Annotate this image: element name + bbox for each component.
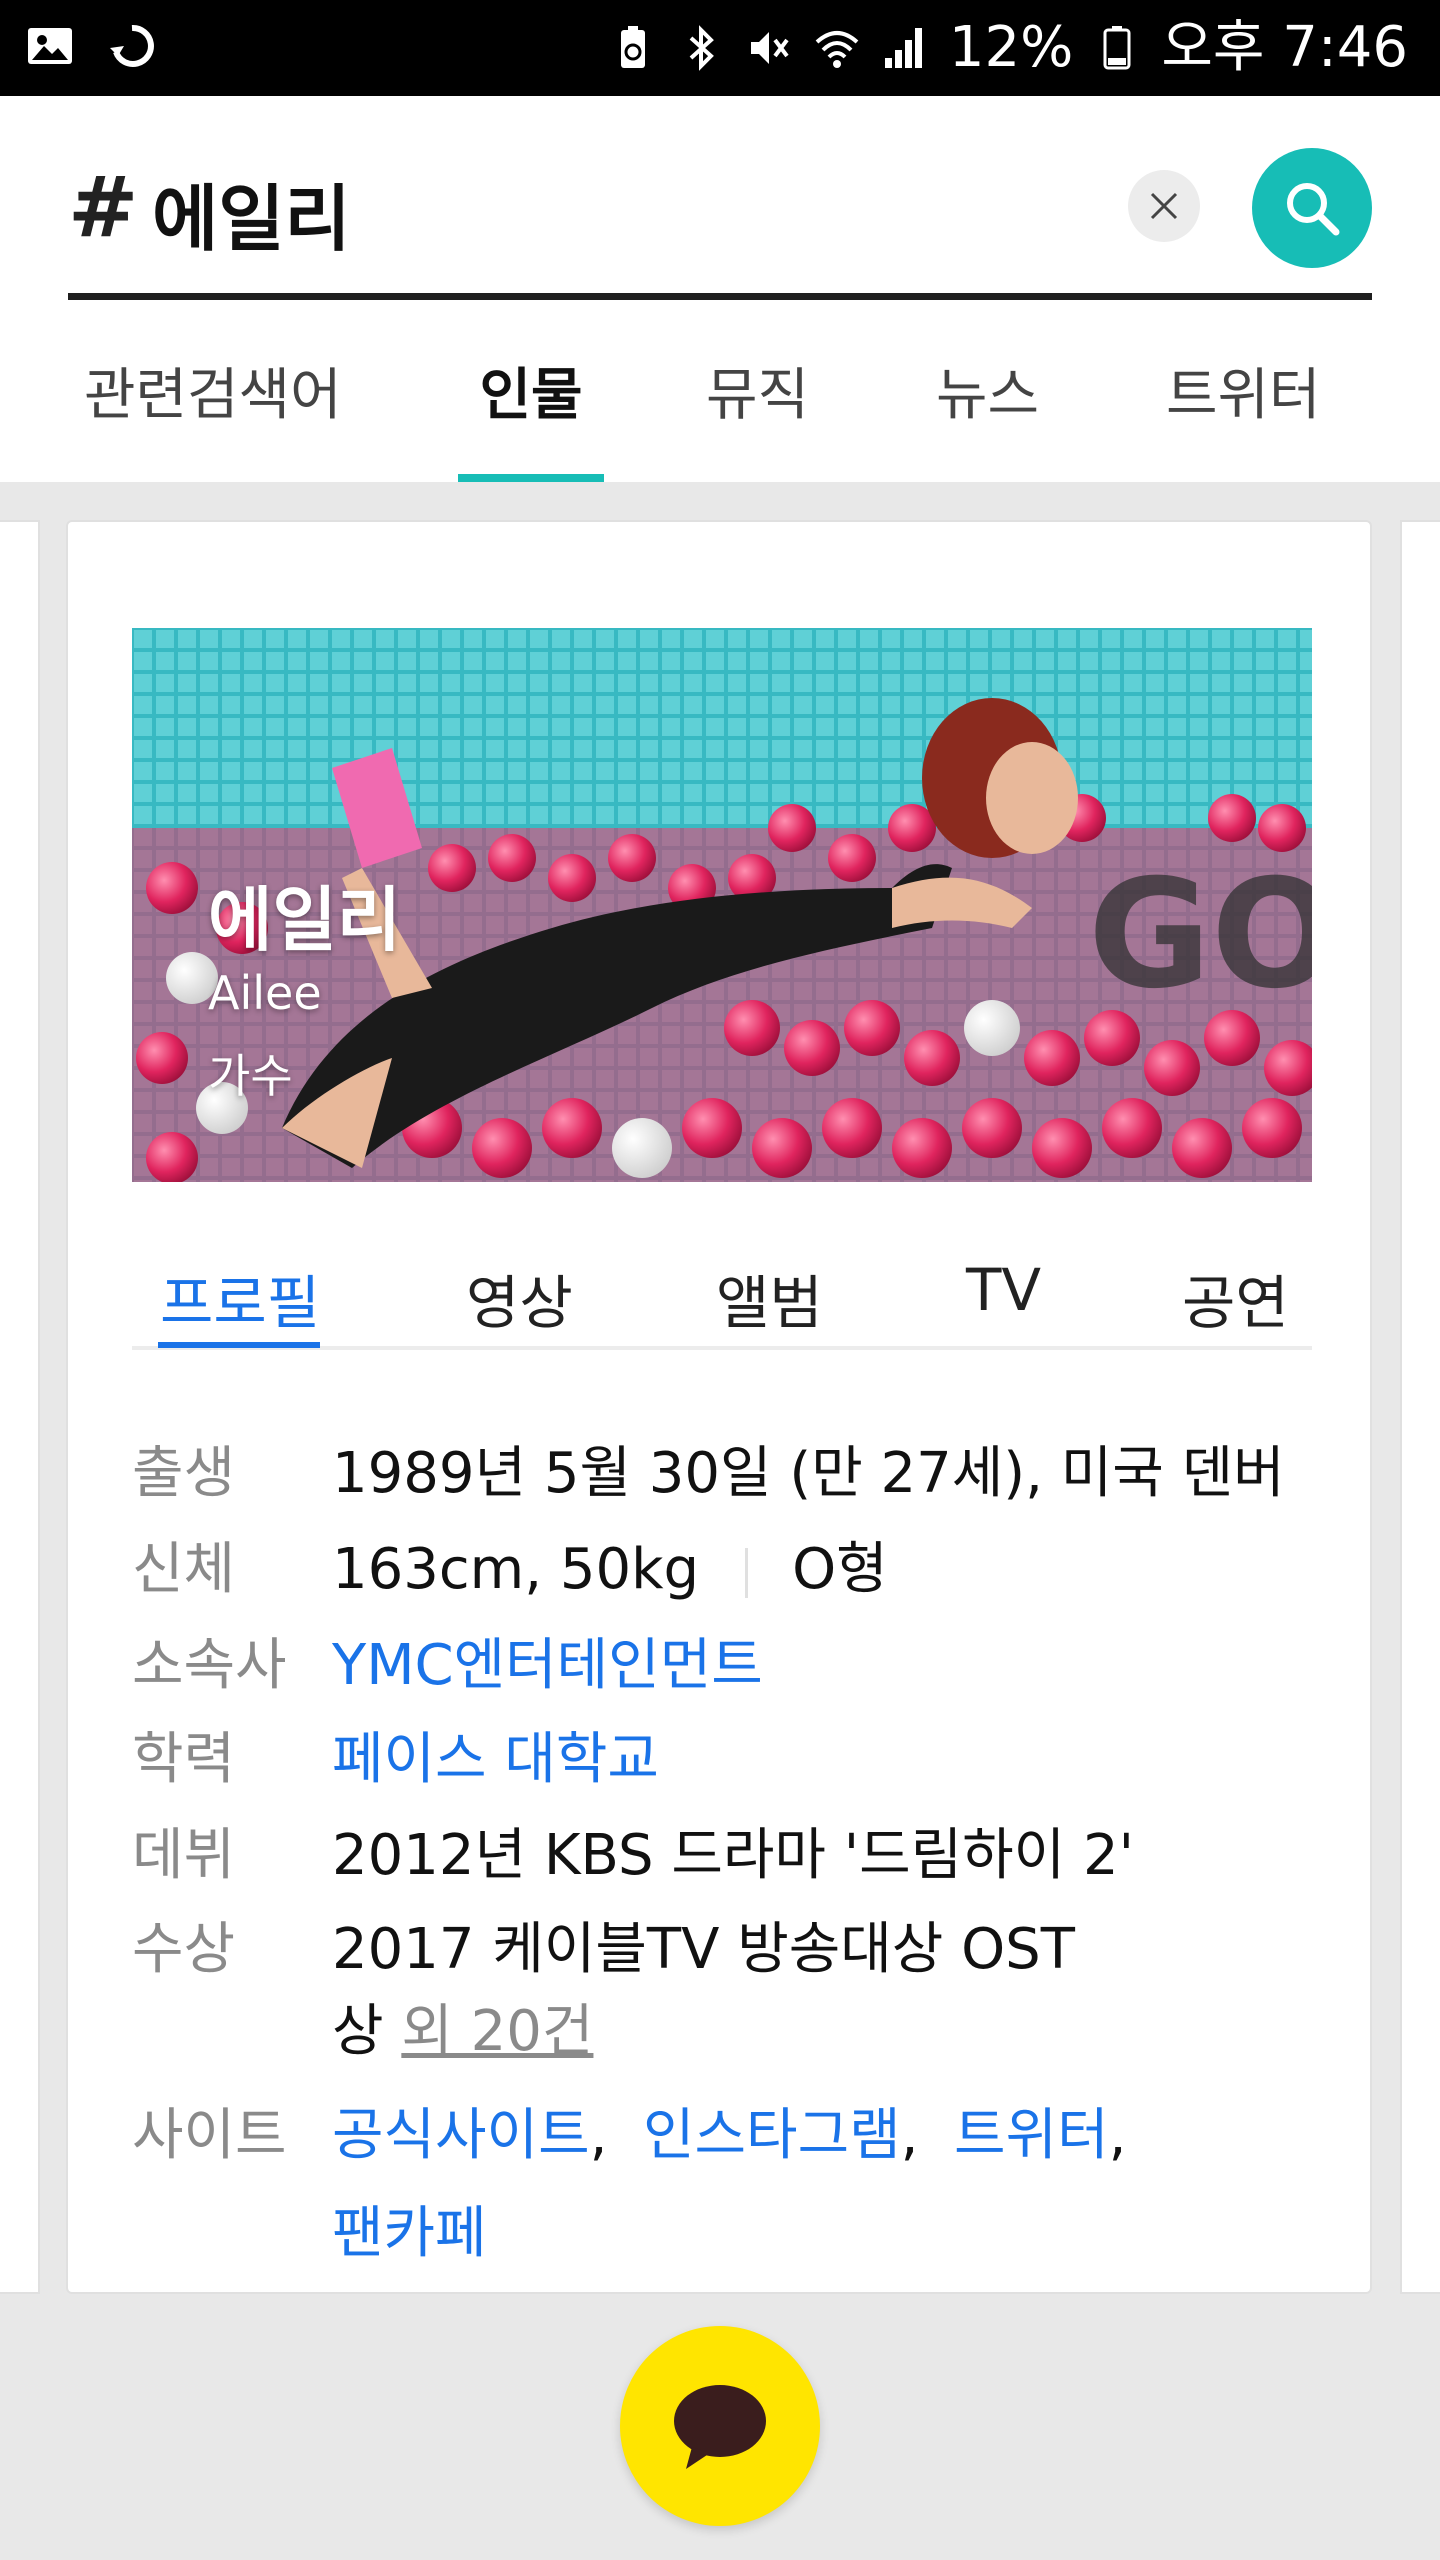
tab-label: 뮤직 — [706, 363, 810, 428]
info-value: 163cm, 50kg O형 — [332, 1530, 888, 1610]
search-input[interactable]: 에일리 — [152, 160, 351, 265]
info-value: 1989년 5월 30일 (만 27세), 미국 덴버 — [332, 1441, 1285, 1506]
info-value-cont: 상 외 20건 — [332, 1992, 593, 2072]
info-label: 수상 — [132, 1917, 236, 1982]
more-awards-link[interactable]: 외 20건 — [401, 1999, 593, 2064]
site-links: 공식사이트, 인스타그램, 트위터, — [332, 2103, 1127, 2168]
wifi-icon — [815, 31, 859, 68]
search-bar: # 에일리 — [68, 148, 1372, 300]
status-bar: 12% 오후 7:46 — [0, 0, 1440, 96]
search-button[interactable] — [1252, 148, 1372, 268]
person-name: 에일리 — [208, 879, 402, 961]
battery-icon — [1103, 26, 1131, 70]
gallery-icon — [28, 28, 72, 64]
subtab-performance[interactable]: 공연 — [1182, 1256, 1289, 1340]
subtab-tv[interactable]: TV — [966, 1256, 1041, 1324]
hashtag-symbol: # — [68, 158, 139, 256]
bluetooth-icon — [689, 25, 714, 71]
clear-search-button[interactable] — [1128, 170, 1200, 242]
tab-twitter[interactable]: 트위터 — [1166, 350, 1321, 431]
tab-news[interactable]: 뉴스 — [936, 350, 1039, 431]
tab-related[interactable]: 관련검색어 — [84, 350, 342, 431]
info-label: 소속사 — [132, 1633, 287, 1698]
person-name-en: Ailee — [208, 966, 322, 1020]
previous-card[interactable] — [0, 520, 40, 2294]
info-value: 2012년 KBS 드라마 '드림하이 2' — [332, 1823, 1134, 1888]
clock: 오후 7:46 — [1161, 15, 1408, 80]
award-suffix: 상 — [332, 1999, 384, 2064]
active-subtab-indicator — [158, 1342, 320, 1348]
tab-label: 트위터 — [1166, 363, 1321, 428]
divider — [745, 1547, 749, 1598]
next-card[interactable] — [1400, 520, 1440, 2294]
fancafe-link[interactable]: 팬카페 — [332, 2194, 487, 2274]
tab-label: 관련검색어 — [84, 363, 342, 428]
info-label: 학력 — [132, 1727, 236, 1792]
category-tabs: 관련검색어 인물 뮤직 뉴스 트위터 — [0, 350, 1440, 482]
subtab-video[interactable]: 영상 — [466, 1256, 573, 1340]
profile-subtabs: 프로필 영상 앨범 TV 공연 — [132, 1232, 1312, 1350]
signal-icon — [884, 28, 922, 68]
close-icon — [1150, 192, 1178, 220]
info-label: 출생 — [132, 1441, 236, 1506]
mute-icon — [750, 32, 789, 64]
agency-link[interactable]: YMC엔터테인먼트 — [332, 1626, 763, 1706]
chat-bubble-icon — [674, 2385, 766, 2469]
battery-saver-icon — [620, 26, 645, 68]
body-size: 163cm, 50kg — [332, 1537, 700, 1602]
active-tab-indicator — [458, 474, 604, 482]
sync-icon — [110, 24, 154, 67]
info-label: 신체 — [132, 1537, 236, 1602]
search-header: # 에일리 관련검색어 인물 뮤직 뉴스 트위터 — [0, 96, 1440, 482]
education-link[interactable]: 페이스 대학교 — [332, 1720, 659, 1800]
battery-percent: 12% — [948, 15, 1074, 80]
subtab-profile[interactable]: 프로필 — [160, 1256, 320, 1340]
official-site-link[interactable]: 공식사이트 — [332, 2103, 590, 2168]
info-label: 데뷔 — [132, 1823, 236, 1888]
twitter-link[interactable]: 트위터 — [954, 2103, 1109, 2168]
tab-label: 뉴스 — [936, 363, 1040, 428]
person-card: 에일리 Ailee 가수 GO! 프로필 영상 앨범 TV 공연 출생 1989… — [66, 520, 1372, 2294]
info-label: 사이트 — [132, 2103, 287, 2168]
subtab-album[interactable]: 앨범 — [716, 1256, 823, 1340]
search-icon — [1287, 183, 1340, 236]
profile-photo[interactable]: 에일리 Ailee 가수 GO! — [132, 628, 1312, 1182]
tab-label: 인물 — [479, 363, 583, 428]
info-value: 2017 케이블TV 방송대상 OST — [332, 1917, 1075, 1982]
tab-person[interactable]: 인물 — [458, 350, 604, 482]
photo-watermark: GO! — [1088, 848, 1312, 1022]
instagram-link[interactable]: 인스타그램 — [643, 2103, 901, 2168]
person-occupation: 가수 — [208, 1049, 293, 1103]
tab-music[interactable]: 뮤직 — [706, 350, 809, 431]
kakaotalk-share-button[interactable] — [620, 2326, 820, 2526]
blood-type: O형 — [792, 1537, 888, 1602]
